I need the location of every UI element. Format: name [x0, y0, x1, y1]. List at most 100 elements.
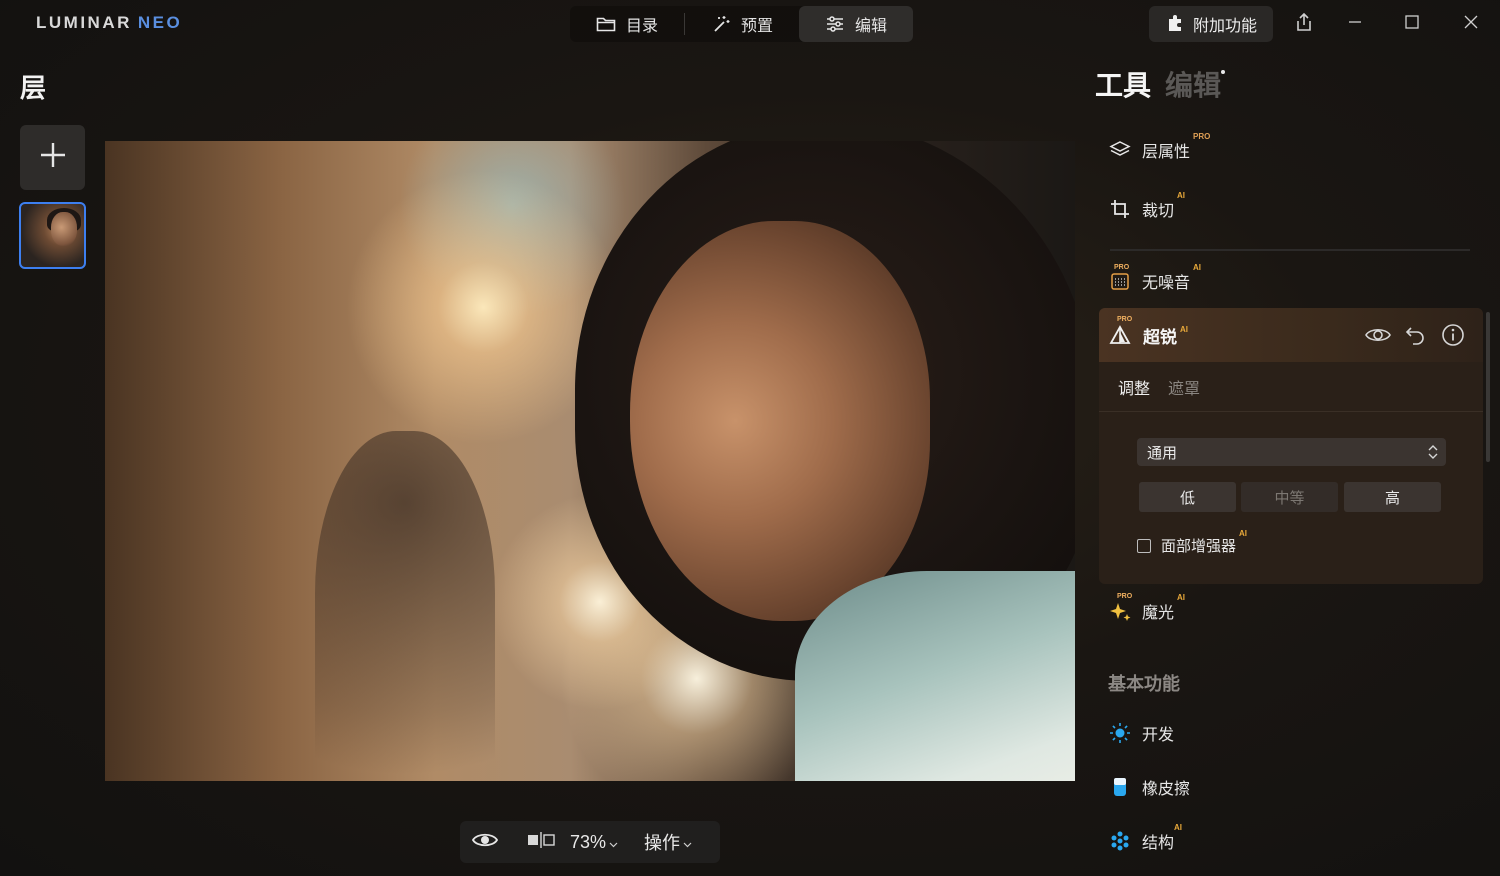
ai-badge: AI: [1193, 263, 1202, 272]
tools-divider: [1110, 249, 1470, 251]
compare-toggle[interactable]: [526, 821, 556, 863]
right-panel-tabs: 工具 编辑: [1095, 64, 1226, 104]
face-enhancer-label: 面部增强器: [1161, 538, 1237, 555]
visibility-toggle[interactable]: [1365, 323, 1391, 352]
level-high-button[interactable]: 高: [1344, 482, 1441, 512]
supersharp-header[interactable]: PRO 超锐 AI: [1099, 308, 1483, 362]
info-button[interactable]: [1441, 323, 1465, 352]
share-icon: [1295, 12, 1313, 37]
chevron-updown-icon: [1428, 444, 1438, 464]
tool-eraser-label: 橡皮擦: [1142, 781, 1191, 798]
ai-badge: AI: [1177, 191, 1186, 200]
logo-main: LUMINAR: [36, 13, 132, 32]
undo-icon: [1405, 327, 1427, 351]
actions-label: 操作: [644, 833, 681, 853]
tool-noiseless-label: 无噪音: [1142, 275, 1191, 292]
supersharp-panel: PRO 超锐 AI 调整 遮罩 通用 低 中等 高 面部增强器AI: [1099, 308, 1483, 584]
level-low-button[interactable]: 低: [1139, 482, 1236, 512]
tool-crop-label: 裁切: [1142, 203, 1175, 220]
pro-tag: PRO: [1114, 264, 1130, 271]
eraser-icon: [1108, 775, 1132, 799]
structure-icon: [1108, 829, 1132, 853]
preview-toggle[interactable]: [471, 821, 499, 863]
addons-button[interactable]: 附加功能: [1149, 6, 1273, 42]
ai-badge: AI: [1180, 324, 1188, 334]
image-canvas[interactable]: [105, 141, 1075, 781]
tab-edits[interactable]: 编辑: [1165, 70, 1221, 101]
tool-eraser[interactable]: 橡皮擦: [1108, 775, 1190, 799]
actions-dropdown[interactable]: 操作: [644, 821, 692, 863]
thumbnail-face: [51, 212, 77, 246]
eye-icon: [471, 831, 499, 854]
tool-develop[interactable]: 开发: [1108, 721, 1174, 745]
tool-layer-properties[interactable]: 层属性PRO: [1108, 132, 1210, 162]
tab-adjust[interactable]: 调整: [1118, 375, 1150, 399]
tool-magic-light-label: 魔光: [1142, 605, 1175, 622]
zoom-dropdown[interactable]: 73%: [570, 821, 618, 863]
tool-layer-properties-label: 层属性: [1142, 144, 1191, 161]
close-icon: [1463, 14, 1479, 35]
edits-indicator-dot: [1221, 70, 1226, 74]
section-basic-title: 基本功能: [1108, 674, 1180, 694]
nav-catalog[interactable]: 目录: [570, 6, 684, 42]
sliders-icon: [825, 15, 845, 33]
layer-thumbnail[interactable]: [19, 202, 86, 269]
subject-face: [630, 221, 930, 621]
tool-noiseless[interactable]: PRO 无噪音AI: [1108, 263, 1201, 293]
sparkle-icon: PRO: [1108, 593, 1132, 623]
share-button[interactable]: [1292, 12, 1316, 36]
split-view-icon: [526, 831, 556, 854]
top-bar: LUMINAR NEO 目录 预置 编辑 附加功能: [0, 0, 1500, 48]
ai-badge: AI: [1174, 823, 1183, 832]
tab-mask[interactable]: 遮罩: [1168, 375, 1200, 399]
pro-badge: PRO: [1193, 132, 1211, 141]
subject-shirt: [795, 571, 1075, 781]
tool-magic-light[interactable]: PRO 魔光AI: [1108, 593, 1185, 623]
supersharp-actions: [1365, 323, 1465, 352]
magic-wand-icon: [711, 14, 731, 34]
canvas-toolbar: 73% 操作: [460, 821, 720, 863]
level-medium-button[interactable]: 中等: [1241, 482, 1338, 512]
supersharp-label: 超锐: [1143, 327, 1177, 347]
checkbox-box[interactable]: [1137, 538, 1151, 553]
tab-tools[interactable]: 工具: [1095, 70, 1151, 101]
layers-icon: [1108, 138, 1132, 162]
maximize-button[interactable]: [1400, 12, 1424, 36]
chevron-down-icon: [609, 832, 618, 853]
sharpen-icon: PRO: [1109, 316, 1132, 346]
maximize-icon: [1404, 14, 1420, 35]
layers-title: 层: [20, 73, 47, 103]
tool-structure[interactable]: 结构 AI: [1108, 823, 1182, 853]
eye-icon: [1365, 328, 1391, 351]
zoom-value: 73%: [570, 831, 607, 852]
supersharp-tabs: 调整 遮罩: [1099, 362, 1483, 412]
pro-tag: PRO: [1117, 593, 1133, 600]
pro-tag: PRO: [1117, 316, 1133, 323]
crop-icon: [1108, 197, 1132, 221]
nav-edit[interactable]: 编辑: [799, 6, 914, 42]
close-button[interactable]: [1459, 12, 1483, 36]
tool-develop-label: 开发: [1142, 727, 1175, 744]
nav-presets[interactable]: 预置: [685, 6, 799, 42]
chevron-down-icon: [683, 832, 692, 853]
minimize-button[interactable]: [1343, 12, 1367, 36]
noiseless-icon: PRO: [1108, 264, 1132, 293]
tool-structure-label: 结构: [1142, 835, 1175, 852]
app-logo: LUMINAR NEO: [36, 13, 182, 33]
right-panel-scrollbar[interactable]: [1486, 312, 1490, 462]
background-figure: [315, 431, 495, 781]
plus-icon: [38, 140, 68, 175]
folder-icon: [596, 15, 616, 33]
logo-neo: NEO: [137, 13, 183, 32]
face-enhancer-checkbox[interactable]: 面部增强器AI: [1137, 529, 1247, 556]
tool-crop[interactable]: 裁切AI: [1108, 191, 1185, 221]
main-nav: 目录 预置 编辑: [570, 6, 914, 42]
nav-catalog-label: 目录: [626, 18, 659, 35]
sun-icon: [1108, 721, 1132, 745]
reset-button[interactable]: [1405, 323, 1427, 352]
mode-select[interactable]: 通用: [1137, 438, 1446, 466]
nav-presets-label: 预置: [741, 18, 774, 35]
ai-badge: AI: [1177, 593, 1186, 602]
addons-label: 附加功能: [1192, 18, 1257, 35]
add-layer-button[interactable]: [20, 125, 85, 190]
